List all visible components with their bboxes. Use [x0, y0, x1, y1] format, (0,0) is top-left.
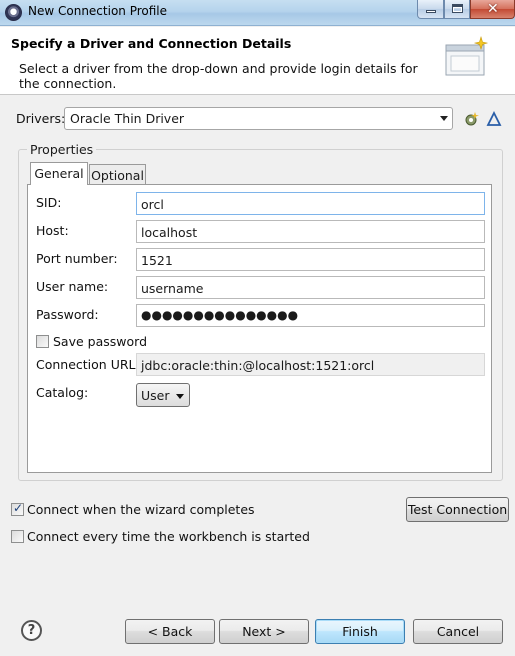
cancel-label: Cancel: [436, 624, 480, 639]
finish-label: Finish: [342, 624, 378, 639]
drivers-selected-value: Oracle Thin Driver: [70, 111, 185, 126]
connection-url-label: Connection URL:: [36, 357, 140, 372]
host-input[interactable]: localhost: [136, 220, 485, 243]
chevron-down-icon: [440, 116, 448, 121]
header-title: Specify a Driver and Connection Details: [11, 36, 292, 51]
test-connection-label: Test Connection: [407, 502, 508, 517]
title-bar: New Connection Profile ✕: [0, 0, 515, 26]
connect-on-finish-checkbox[interactable]: [11, 501, 24, 516]
tab-optional-label: Optional: [91, 168, 144, 183]
window-title: New Connection Profile: [28, 4, 168, 18]
catalog-label: Catalog:: [36, 385, 89, 400]
password-input[interactable]: ●●●●●●●●●●●●●●●: [136, 304, 485, 327]
tab-optional[interactable]: Optional: [89, 164, 146, 184]
sid-label: SID:: [36, 195, 62, 210]
maximize-icon: [452, 4, 463, 13]
save-password-label: Save password: [53, 334, 148, 349]
next-button[interactable]: Next >: [219, 619, 309, 644]
wizard-header: Specify a Driver and Connection Details …: [0, 27, 515, 95]
drivers-label: Drivers:: [16, 111, 66, 126]
test-connection-button[interactable]: Test Connection: [406, 497, 509, 522]
close-button[interactable]: ✕: [470, 0, 515, 19]
cancel-button[interactable]: Cancel: [413, 619, 503, 644]
connect-on-finish-label: Connect when the wizard completes: [27, 502, 255, 517]
username-input[interactable]: username: [136, 276, 485, 299]
connect-on-startup-checkbox[interactable]: [11, 530, 24, 543]
password-label: Password:: [36, 307, 99, 322]
catalog-selected-value: User: [141, 388, 170, 403]
wizard-banner-icon: [445, 35, 489, 76]
back-label: < Back: [147, 624, 193, 639]
username-label: User name:: [36, 279, 109, 294]
port-label: Port number:: [36, 251, 118, 266]
minimize-icon: [426, 10, 436, 13]
minimize-button[interactable]: [417, 0, 444, 19]
host-label: Host:: [36, 223, 69, 238]
connect-on-startup-label: Connect every time the workbench is star…: [27, 529, 310, 544]
maximize-button[interactable]: [444, 0, 470, 19]
header-description: Select a driver from the drop-down and p…: [19, 61, 418, 91]
finish-button[interactable]: Finish: [315, 619, 405, 644]
port-input[interactable]: 1521: [136, 248, 485, 271]
eclipse-icon: [5, 4, 22, 21]
connection-url-field: jdbc:oracle:thin:@localhost:1521:orcl: [136, 353, 485, 376]
catalog-dropdown[interactable]: User: [136, 383, 190, 407]
edit-driver-icon[interactable]: [486, 111, 502, 127]
help-icon[interactable]: ?: [21, 620, 42, 641]
save-password-checkbox[interactable]: [36, 335, 49, 348]
sid-input[interactable]: orcl: [136, 192, 485, 215]
close-icon: ✕: [487, 1, 499, 17]
chevron-down-icon: [176, 394, 184, 399]
tab-general[interactable]: General: [30, 162, 88, 185]
properties-group-label: Properties: [27, 142, 97, 157]
drivers-dropdown[interactable]: Oracle Thin Driver: [64, 107, 453, 130]
next-label: Next >: [242, 624, 286, 639]
tab-general-label: General: [34, 166, 84, 181]
back-button[interactable]: < Back: [125, 619, 215, 644]
new-driver-icon[interactable]: [463, 111, 479, 127]
